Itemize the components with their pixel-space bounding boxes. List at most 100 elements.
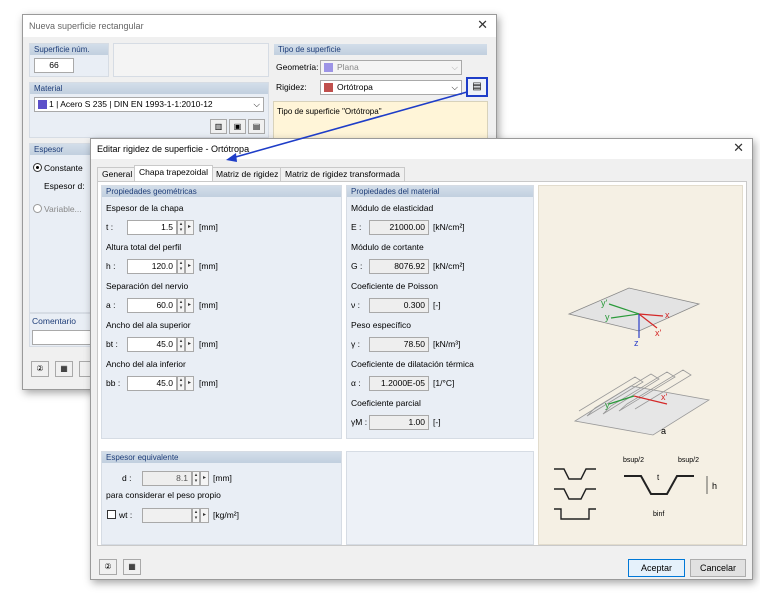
material-new-button[interactable]: ▣ [229, 119, 246, 134]
label-z: z [634, 338, 639, 348]
mat-field-label: Coeficiente parcial [351, 398, 421, 408]
edit-icon: ▤ [252, 122, 261, 131]
dialog-close-icon[interactable]: ✕ [733, 141, 744, 155]
mat-field-label: Peso específico [351, 320, 412, 330]
material-value: 1 | Acero S 235 | DIN EN 1993-1-1:2010-1… [49, 99, 213, 109]
equivalent-thickness-group: Espesor equivalente d : 8.1 ▴ ▾ ▸ [mm] pa… [101, 451, 342, 545]
geo-field-arrow[interactable]: ▸ [185, 298, 194, 313]
geo-field-unit: [mm] [199, 378, 218, 388]
geo-field-arrow[interactable]: ▸ [185, 259, 194, 274]
bg-help-button[interactable]: ② [31, 361, 49, 377]
geo-field-label: Espesor de la chapa [106, 203, 184, 213]
geo-field-spin[interactable]: ▴ ▾ [177, 298, 185, 313]
tab-general[interactable]: General [97, 167, 138, 181]
mat-field-input: 1.00 [369, 415, 429, 430]
sheet-label-a: a [661, 426, 666, 436]
geometry-select[interactable]: Plana ⌵ [320, 60, 462, 75]
geo-field-arrow[interactable]: ▸ [185, 337, 194, 352]
background-titlebar: Nueva superficie rectangular ✕ [23, 15, 496, 37]
surface-number-header: Superficie núm. [30, 44, 108, 55]
stiffness-dialog: Editar rigidez de superficie - Ortótropa… [90, 138, 753, 580]
constant-radio[interactable] [33, 163, 42, 172]
wt-unit: [kg/m²] [213, 510, 239, 520]
help-icon: ② [36, 364, 44, 373]
geo-field-arrow[interactable]: ▸ [185, 220, 194, 235]
wt-checkbox[interactable] [107, 510, 116, 519]
label-t: t [657, 473, 660, 482]
label-y: y [605, 312, 610, 322]
geo-field-input[interactable]: 120.0 [127, 259, 177, 274]
eq-d-spin: ▴ ▾ [192, 471, 200, 486]
diagram-panel: y' y x x' z y x' a bsup/2 bsup/2 h t bin… [538, 185, 743, 545]
geometry-value: Plana [337, 62, 359, 72]
geo-field-symbol: a : [106, 300, 116, 310]
geo-field-arrow[interactable]: ▸ [185, 376, 194, 391]
material-select[interactable]: 1 | Acero S 235 | DIN EN 1993-1-1:2010-1… [34, 97, 264, 112]
geo-field-input[interactable]: 45.0 [127, 376, 177, 391]
mat-field-input: 0.300 [369, 298, 429, 313]
blank-group [346, 451, 534, 545]
dialog-title: Editar rigidez de superficie - Ortótropa [97, 144, 250, 154]
label-h: h [712, 481, 717, 491]
geo-field-input[interactable]: 45.0 [127, 337, 177, 352]
label-x-prime: x' [655, 328, 662, 338]
geo-field-symbol: bb : [106, 378, 121, 388]
variable-radio[interactable] [33, 204, 42, 213]
units-button[interactable]: ▦ [123, 559, 141, 575]
geo-field-spin[interactable]: ▴ ▾ [177, 220, 185, 235]
geo-field-unit: [mm] [199, 339, 218, 349]
eq-d-unit: [mm] [213, 473, 232, 483]
wt-label: wt : [119, 510, 133, 520]
mat-field-input: 8076.92 [369, 259, 429, 274]
mat-field-input: 1.2000E-05 [369, 376, 429, 391]
mat-field-label: Módulo de cortante [351, 242, 424, 252]
help-button[interactable]: ② [99, 559, 117, 575]
geo-field-input[interactable]: 1.5 [127, 220, 177, 235]
mat-field-unit: [kN/cm²] [433, 261, 465, 271]
tab-chapa-trapezoidal[interactable]: Chapa trapezoidal [134, 165, 213, 181]
accept-button[interactable]: Aceptar [628, 559, 685, 577]
edit-icon: ▤ [472, 81, 482, 92]
variable-label: Variable... [44, 204, 82, 214]
bg-calc-button[interactable]: ▦ [55, 361, 73, 377]
geo-field-symbol: t : [106, 222, 114, 232]
stiffness-select[interactable]: Ortótropa ⌵ [320, 80, 462, 95]
tab-bar: General Chapa trapezoidal Matriz de rigi… [97, 165, 747, 181]
material-group: Material 1 | Acero S 235 | DIN EN 1993-1… [29, 82, 269, 138]
eq-d-symbol: d : [122, 473, 132, 483]
tab-matriz-rigidez[interactable]: Matriz de rigidez [211, 167, 284, 181]
material-properties-group: Propiedades del material Módulo de elast… [346, 185, 534, 439]
cross-sections [554, 468, 708, 520]
chevron-down-icon: ⌵ [253, 99, 260, 109]
edit-stiffness-button[interactable]: ▤ [466, 77, 488, 97]
info-text: Tipo de superficie "Ortótropa" [277, 107, 382, 116]
background-title: Nueva superficie rectangular [29, 21, 144, 31]
tab-matriz-transformada[interactable]: Matriz de rigidez transformada [280, 167, 405, 181]
eq-note: para considerar el peso propio [106, 490, 221, 500]
material-library-button[interactable]: ▥ [210, 119, 227, 134]
eq-d-arrow: ▸ [200, 471, 209, 486]
thickness-d-label: Espesor d: [44, 181, 85, 191]
mat-field-label: Coeficiente de Poisson [351, 281, 438, 291]
geo-field-spin[interactable]: ▴ ▾ [177, 259, 185, 274]
wt-spin: ▴ ▾ [192, 508, 200, 523]
background-close-icon[interactable]: ✕ [477, 18, 488, 32]
mat-field-symbol: γM : [351, 417, 368, 427]
mat-field-symbol: ν : [351, 300, 360, 310]
mat-field-unit: [-] [433, 417, 441, 427]
geo-field-label: Separación del nervio [106, 281, 189, 291]
stiffness-swatch [324, 83, 333, 92]
label-binf: binf [653, 511, 664, 518]
library-icon: ▥ [214, 122, 223, 131]
geo-field-spin[interactable]: ▴ ▾ [177, 337, 185, 352]
surface-number-input[interactable]: 66 [34, 58, 74, 73]
eq-d-field: 8.1 [142, 471, 192, 486]
mat-field-symbol: α : [351, 378, 361, 388]
material-edit-button[interactable]: ▤ [248, 119, 265, 134]
geo-field-spin[interactable]: ▴ ▾ [177, 376, 185, 391]
label-y-prime: y' [601, 298, 608, 308]
cancel-button[interactable]: Cancelar [690, 559, 746, 577]
plate-shape [567, 287, 701, 332]
mat-field-symbol: G : [351, 261, 363, 271]
geo-field-input[interactable]: 60.0 [127, 298, 177, 313]
